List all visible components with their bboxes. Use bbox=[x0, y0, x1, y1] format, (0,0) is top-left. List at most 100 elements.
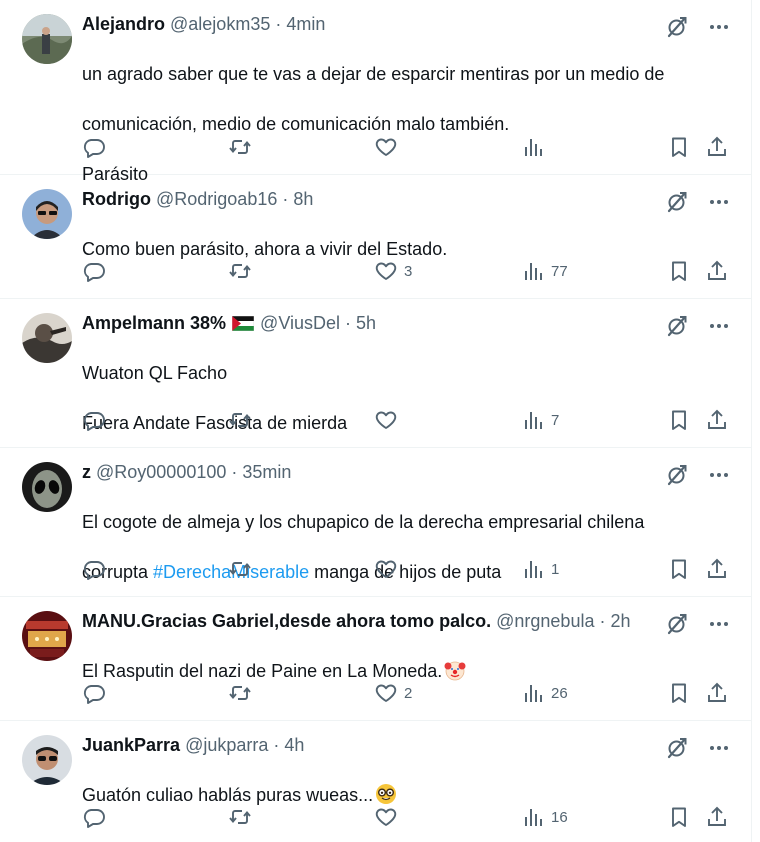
more-icon[interactable] bbox=[707, 314, 731, 338]
author-handle[interactable]: @ViusDel bbox=[260, 313, 340, 334]
more-icon[interactable] bbox=[707, 612, 731, 636]
bookmark-button[interactable] bbox=[667, 135, 691, 159]
bookmark-button[interactable] bbox=[667, 557, 691, 581]
views-button[interactable]: 26 bbox=[521, 681, 568, 705]
retweet-icon bbox=[228, 259, 252, 283]
share-icon bbox=[705, 805, 729, 829]
share-button[interactable] bbox=[705, 681, 729, 705]
more-icon[interactable] bbox=[707, 15, 731, 39]
author-name[interactable]: z bbox=[82, 462, 91, 483]
like-button[interactable]: 3 bbox=[374, 259, 412, 283]
author-handle[interactable]: @alejokm35 bbox=[170, 14, 270, 35]
avatar[interactable] bbox=[22, 611, 72, 661]
bookmark-icon bbox=[667, 259, 691, 283]
author-handle[interactable]: @Roy00000100 bbox=[96, 462, 226, 483]
bookmark-icon bbox=[667, 681, 691, 705]
author-name[interactable]: MANU.Gracias Gabriel,desde ahora tomo pa… bbox=[82, 611, 491, 632]
share-button[interactable] bbox=[705, 408, 729, 432]
views-button[interactable]: 1 bbox=[521, 557, 559, 581]
timestamp[interactable]: 35min bbox=[242, 462, 291, 483]
timestamp[interactable]: 4min bbox=[286, 14, 325, 35]
author-name[interactable]: Rodrigo bbox=[82, 189, 151, 210]
reply-button[interactable] bbox=[82, 805, 106, 829]
grok-icon[interactable] bbox=[665, 463, 689, 487]
bookmark-button[interactable] bbox=[667, 408, 691, 432]
more-icon[interactable] bbox=[707, 463, 731, 487]
tweet[interactable]: z @Roy00000100 · 35min El cogote de alme… bbox=[0, 448, 751, 597]
grok-icon[interactable] bbox=[665, 190, 689, 214]
like-button[interactable] bbox=[374, 805, 404, 829]
reply-icon bbox=[82, 681, 106, 705]
bookmark-icon bbox=[667, 135, 691, 159]
text-line: Wuaton QL Facho bbox=[82, 363, 228, 383]
timestamp[interactable]: 5h bbox=[356, 313, 376, 334]
separator: · bbox=[275, 13, 282, 34]
more-icon[interactable] bbox=[707, 190, 731, 214]
tweet[interactable]: Rodrigo @Rodrigoab16 · 8h Como buen pará… bbox=[0, 175, 751, 299]
tweet[interactable]: Alejandro @alejokm35 · 4min un agrado sa… bbox=[0, 0, 751, 184]
palestine-flag-icon bbox=[232, 315, 255, 331]
view-count: 77 bbox=[551, 262, 568, 280]
views-icon bbox=[521, 681, 545, 705]
tweet[interactable]: Ampelmann 38% @ViusDel · 5h Wuaton QL Fa… bbox=[0, 299, 751, 448]
reply-icon bbox=[82, 408, 106, 432]
avatar[interactable] bbox=[22, 462, 72, 512]
views-button[interactable]: 16 bbox=[521, 805, 568, 829]
text-line: El cogote de almeja y los chupapico de l… bbox=[82, 512, 645, 532]
bookmark-button[interactable] bbox=[667, 259, 691, 283]
like-icon bbox=[374, 259, 398, 283]
author-handle[interactable]: @Rodrigoab16 bbox=[156, 189, 277, 210]
retweet-icon bbox=[228, 805, 252, 829]
retweet-button[interactable] bbox=[228, 408, 252, 432]
reply-button[interactable] bbox=[82, 557, 106, 581]
like-button[interactable]: 2 bbox=[374, 681, 412, 705]
avatar[interactable] bbox=[22, 189, 72, 239]
grok-icon[interactable] bbox=[665, 314, 689, 338]
timestamp[interactable]: 8h bbox=[293, 189, 313, 210]
like-button[interactable] bbox=[374, 408, 404, 432]
separator: · bbox=[231, 461, 238, 482]
view-count: 16 bbox=[551, 808, 568, 826]
retweet-button[interactable] bbox=[228, 135, 252, 159]
avatar[interactable] bbox=[22, 313, 72, 363]
share-button[interactable] bbox=[705, 805, 729, 829]
author-handle[interactable]: @nrgnebula bbox=[496, 611, 594, 632]
retweet-icon bbox=[228, 557, 252, 581]
share-button[interactable] bbox=[705, 259, 729, 283]
retweet-button[interactable] bbox=[228, 805, 252, 829]
views-button[interactable]: 77 bbox=[521, 259, 568, 283]
tweet[interactable]: MANU.Gracias Gabriel,desde ahora tomo pa… bbox=[0, 597, 751, 721]
avatar[interactable] bbox=[22, 14, 72, 64]
like-button[interactable] bbox=[374, 557, 404, 581]
author-handle[interactable]: @jukparra bbox=[185, 735, 268, 756]
bookmark-icon bbox=[667, 557, 691, 581]
retweet-button[interactable] bbox=[228, 557, 252, 581]
views-button[interactable] bbox=[521, 135, 551, 159]
grok-icon[interactable] bbox=[665, 612, 689, 636]
share-button[interactable] bbox=[705, 135, 729, 159]
more-icon[interactable] bbox=[707, 736, 731, 760]
like-count: 2 bbox=[404, 684, 413, 702]
reply-button[interactable] bbox=[82, 408, 106, 432]
reply-button[interactable] bbox=[82, 259, 106, 283]
share-button[interactable] bbox=[705, 557, 729, 581]
grok-icon[interactable] bbox=[665, 736, 689, 760]
avatar[interactable] bbox=[22, 735, 72, 785]
author-name[interactable]: Ampelmann 38% bbox=[82, 313, 226, 334]
author-name[interactable]: Alejandro bbox=[82, 14, 165, 35]
like-button[interactable] bbox=[374, 135, 404, 159]
timestamp[interactable]: 4h bbox=[284, 735, 304, 756]
reply-button[interactable] bbox=[82, 681, 106, 705]
views-icon bbox=[521, 408, 545, 432]
bookmark-button[interactable] bbox=[667, 681, 691, 705]
timestamp[interactable]: 2h bbox=[610, 611, 630, 632]
tweet[interactable]: JuankParra @jukparra · 4h Guatón culiao … bbox=[0, 721, 751, 842]
reply-button[interactable] bbox=[82, 135, 106, 159]
retweet-button[interactable] bbox=[228, 259, 252, 283]
bookmark-button[interactable] bbox=[667, 805, 691, 829]
views-button[interactable]: 7 bbox=[521, 408, 559, 432]
views-icon bbox=[521, 557, 545, 581]
retweet-button[interactable] bbox=[228, 681, 252, 705]
grok-icon[interactable] bbox=[665, 15, 689, 39]
author-name[interactable]: JuankParra bbox=[82, 735, 180, 756]
